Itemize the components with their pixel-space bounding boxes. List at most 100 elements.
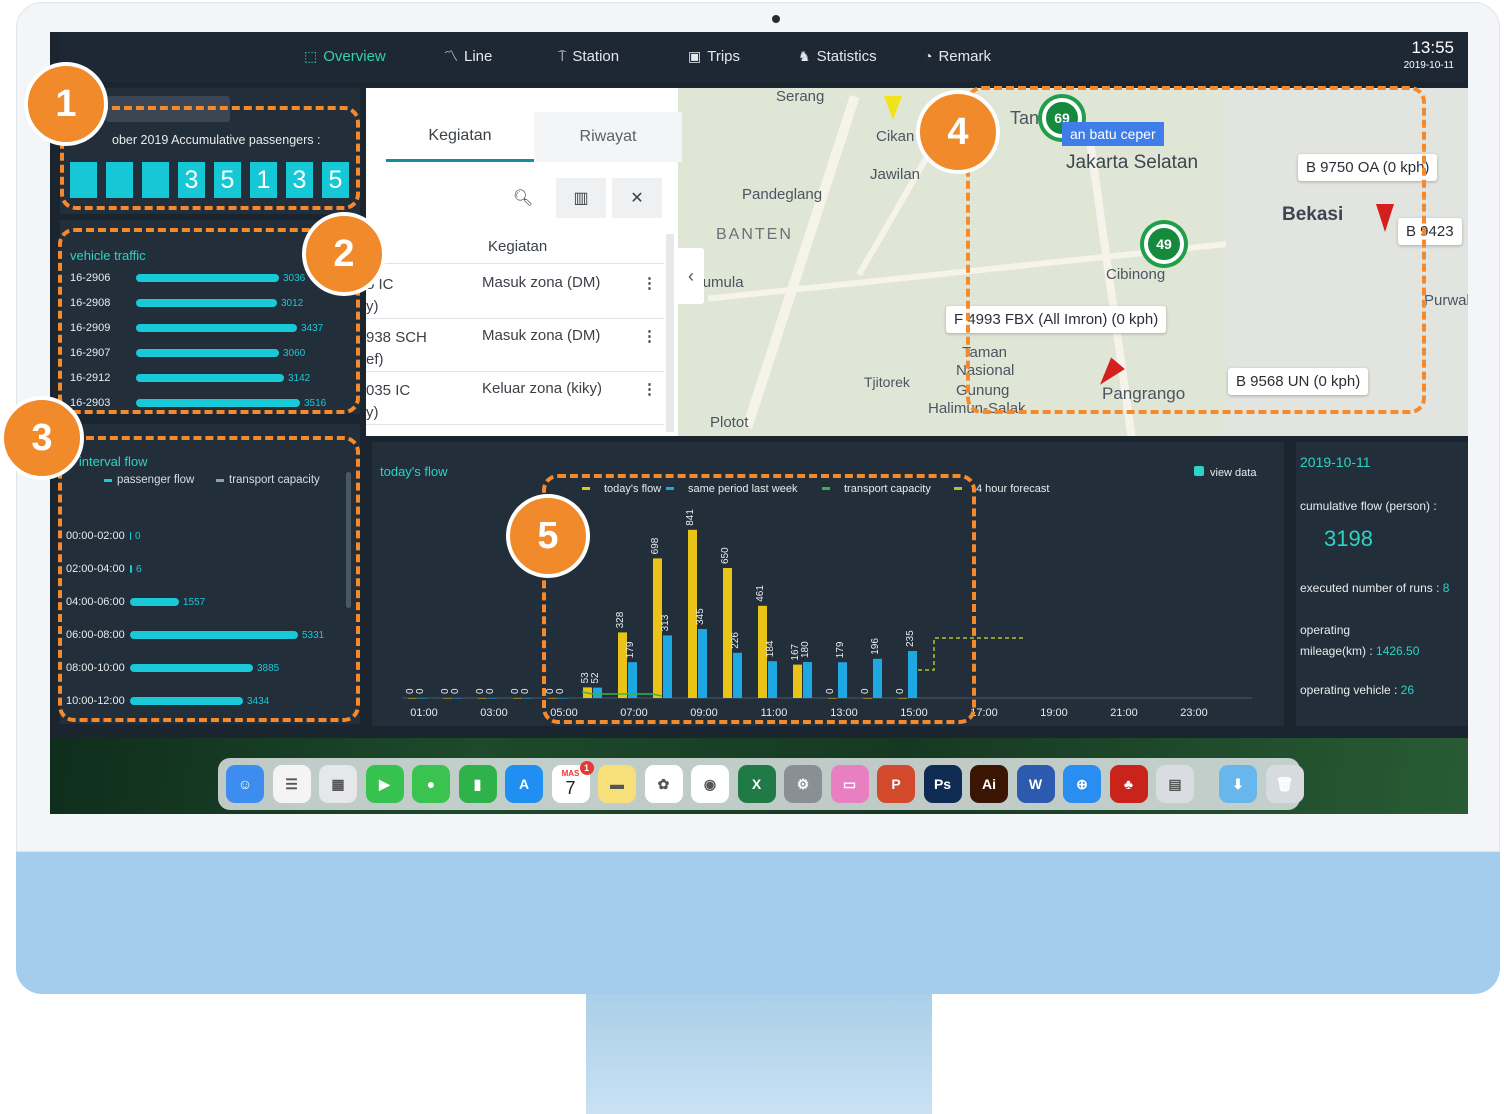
mileage-value: 1426.50: [1376, 644, 1420, 658]
runs-stat: executed number of runs : 8: [1300, 578, 1449, 599]
nav-station[interactable]: ⍑ Station: [558, 46, 619, 66]
search-icon[interactable]: 🔍︎: [498, 178, 548, 218]
table-row[interactable]: 035 IC y) Keluar zona (kiky) ⋮: [366, 372, 664, 425]
calendar-month: MAS: [561, 769, 580, 778]
flow-bar-last-week: [523, 698, 532, 699]
facetime-icon[interactable]: ▶: [365, 765, 404, 803]
app-glyph: X: [751, 776, 762, 792]
app-store-icon[interactable]: A: [505, 765, 543, 803]
photos-icon[interactable]: ✿: [644, 765, 683, 803]
trash-icon[interactable]: 🗑: [1265, 765, 1304, 803]
app-glyph: ⊕: [1076, 775, 1088, 792]
more-icon[interactable]: ⋮: [642, 380, 657, 398]
flow-bar-last-week: [488, 698, 497, 699]
map-place: BANTEN: [716, 226, 793, 243]
vehicle-marker-icon[interactable]: [884, 96, 902, 120]
app-glyph: ▮: [473, 775, 482, 792]
callout-badge: 5: [506, 494, 590, 578]
vehicle-id: 938 SCH: [366, 329, 427, 346]
annotation-frame-4: [966, 86, 1426, 414]
imac-mockup: ⬚ Overview 〽 Line ⍑ Station ▣ Trips ♞ St…: [0, 0, 1504, 1114]
excel-icon[interactable]: X: [737, 765, 776, 803]
map-place: Purwal: [1424, 292, 1468, 309]
x-tick-label: 21:00: [1110, 707, 1138, 719]
more-icon[interactable]: ⋮: [642, 274, 657, 292]
calendar-icon[interactable]: MAS 7 1: [551, 761, 594, 803]
preview-icon[interactable]: ▤: [1156, 765, 1194, 803]
annotation-frame-3: [58, 436, 360, 722]
nav-line[interactable]: 〽 Line: [444, 46, 492, 66]
columns-icon[interactable]: ▥: [556, 178, 606, 218]
x-tick-label: 03:00: [480, 707, 508, 719]
app-glyph: ▬: [610, 776, 624, 792]
table-row[interactable]: 5 IC y) Masuk zona (DM) ⋮: [366, 266, 664, 319]
app-glyph: ▤: [1168, 775, 1182, 792]
bar-data-label: 0: [415, 688, 426, 694]
map-road: [742, 94, 860, 430]
nav-overview[interactable]: ⬚ Overview: [304, 46, 386, 66]
drawer-scrollbar[interactable]: [666, 234, 674, 432]
app-glyph: A: [518, 776, 530, 792]
bus-icon: ▣: [688, 47, 702, 64]
reminders-icon[interactable]: ☰: [272, 765, 311, 803]
mileage-stat: operating mileage(km) : 1426.50: [1300, 620, 1419, 662]
line-icon: 〽: [444, 48, 458, 64]
calendar-day: 7: [565, 778, 576, 798]
chevron-left-icon: ‹: [688, 265, 694, 286]
app-glyph: ♣: [1123, 776, 1134, 792]
nav-trips[interactable]: ▣ Trips: [688, 46, 740, 66]
imac-stand: [586, 990, 932, 1114]
app-glyph: ✿: [657, 775, 670, 792]
activity-table-header: Kegiatan: [366, 230, 664, 264]
vehicle-driver: ef): [366, 351, 384, 368]
launchpad-icon[interactable]: ▦: [319, 765, 357, 803]
app-glyph: ▭: [842, 775, 857, 792]
tab-kegiatan[interactable]: Kegiatan: [386, 112, 534, 162]
legend-label: 4 hour forecast: [976, 483, 1049, 495]
summary-panel: 2019-10-11 cumulative flow (person) : 31…: [1296, 442, 1468, 726]
powerpoint-icon[interactable]: P: [877, 765, 915, 803]
nav-line-label: Line: [464, 47, 493, 65]
system-settings-icon[interactable]: ⚙: [784, 765, 822, 803]
nav-trips-label: Trips: [707, 47, 741, 65]
nav-station-label: Station: [572, 47, 620, 65]
tab-riwayat[interactable]: Riwayat: [534, 112, 682, 162]
nav-remark[interactable]: ◔ Remark: [924, 46, 991, 66]
checkbox-icon[interactable]: [1194, 466, 1204, 476]
activity-drawer: Kegiatan Riwayat 🔍︎ ▥ ✕ Kegiatan 5 IC y) …: [366, 88, 682, 436]
numbers-icon[interactable]: ▮: [458, 765, 497, 803]
app-glyph: ◉: [703, 775, 717, 792]
callout-badge: 3: [0, 396, 84, 480]
notes-icon[interactable]: ▬: [598, 765, 636, 803]
annotation-frame-1: [60, 106, 360, 210]
keynote-icon[interactable]: ▭: [830, 765, 869, 803]
x-tick-label: 23:00: [1180, 707, 1208, 719]
safari-icon[interactable]: ⊕: [1063, 765, 1101, 803]
app-glyph: ▦: [331, 775, 345, 792]
chrome-icon[interactable]: ◉: [691, 765, 729, 803]
view-data-toggle[interactable]: view data: [1210, 467, 1257, 479]
messages-icon[interactable]: ●: [412, 765, 450, 803]
activity-text: Masuk zona (DM): [482, 274, 601, 291]
app-glyph: ⚙: [796, 775, 810, 792]
acrobat-icon[interactable]: ♣: [1109, 765, 1148, 803]
app-glyph: ☺: [237, 776, 253, 792]
more-icon[interactable]: ⋮: [642, 327, 657, 345]
photoshop-icon[interactable]: Ps: [923, 765, 962, 803]
mileage-label: operating: [1300, 623, 1351, 637]
finder-icon[interactable]: ☺: [226, 765, 264, 803]
collapse-drawer-button[interactable]: ‹: [678, 248, 704, 304]
person-icon: ♞: [798, 47, 811, 64]
vehicle-driver: y): [366, 404, 379, 421]
close-icon[interactable]: ✕: [612, 178, 662, 218]
clock-date: 2019-10-11: [1403, 60, 1454, 71]
word-icon[interactable]: W: [1016, 765, 1055, 803]
illustrator-icon[interactable]: Ai: [970, 765, 1008, 803]
nav-statistics[interactable]: ♞ Statistics: [798, 46, 877, 66]
app-glyph: ●: [426, 776, 436, 792]
chart-icon: ⬚: [304, 47, 318, 64]
notification-badge: 1: [579, 761, 594, 775]
downloads-folder-icon[interactable]: ⬇: [1219, 765, 1257, 803]
table-row[interactable]: 938 SCH ef) Masuk zona (DM) ⋮: [366, 319, 664, 372]
imac-chin: [16, 850, 1500, 994]
